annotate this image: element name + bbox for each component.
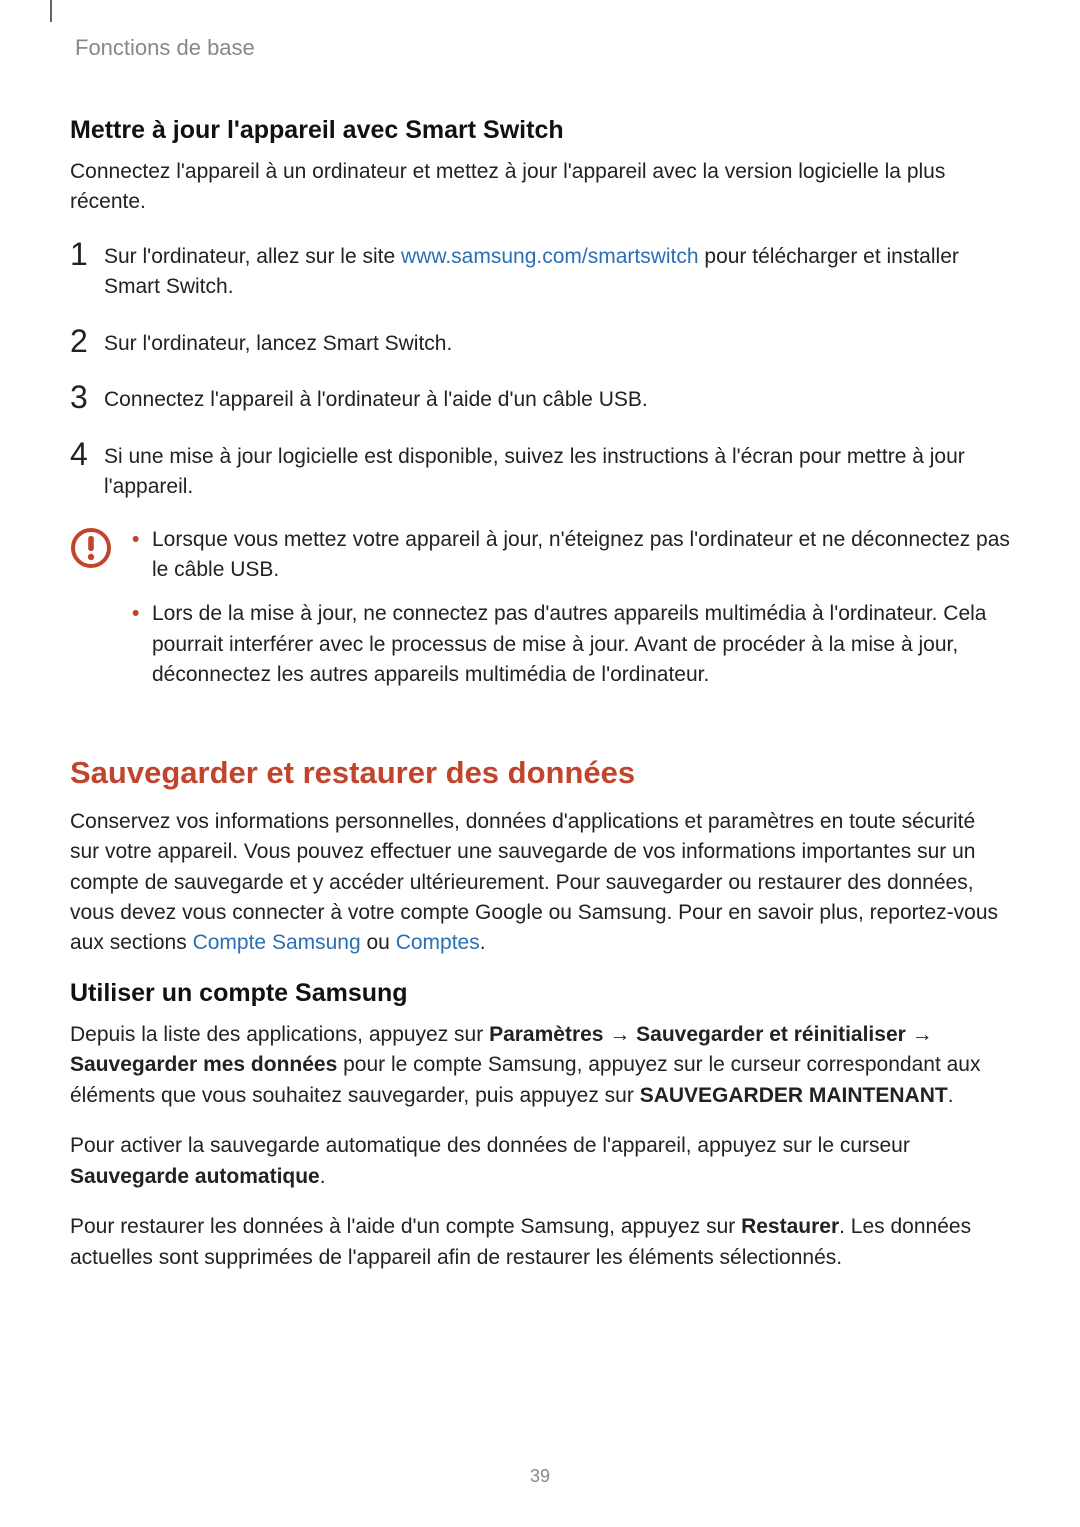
step-3: 3 Connectez l'appareil à l'ordinateur à … bbox=[70, 381, 1010, 415]
ui-label-sauvegarder-mes-donnees: Sauvegarder mes données bbox=[70, 1053, 337, 1076]
step-text: Connectez l'appareil à l'ordinateur à l'… bbox=[104, 381, 648, 415]
ui-label-sauvegarder-reinit: Sauvegarder et réinitialiser bbox=[636, 1023, 906, 1046]
step-2: 2 Sur l'ordinateur, lancez Smart Switch. bbox=[70, 325, 1010, 359]
warning-list: • Lorsque vous mettez votre appareil à j… bbox=[132, 525, 1010, 705]
bullet-icon: • bbox=[132, 525, 152, 586]
page: Fonctions de base Mettre à jour l'appare… bbox=[0, 0, 1080, 1527]
step-text: Sur l'ordinateur, lancez Smart Switch. bbox=[104, 325, 452, 359]
arrow-icon: → bbox=[604, 1023, 637, 1046]
section-backup-intro: Conservez vos informations personnelles,… bbox=[70, 807, 1010, 959]
breadcrumb: Fonctions de base bbox=[75, 35, 1010, 61]
smartswitch-link[interactable]: www.samsung.com/smartswitch bbox=[401, 245, 699, 268]
text-fragment: Sur l'ordinateur, allez sur le site bbox=[104, 245, 401, 268]
warning-text: Lors de la mise à jour, ne connectez pas… bbox=[152, 599, 1010, 690]
warning-text: Lorsque vous mettez votre appareil à jou… bbox=[152, 525, 1010, 586]
arrow-icon: → bbox=[906, 1023, 933, 1046]
ui-label-sauvegarder-maintenant: SAUVEGARDER MAINTENANT bbox=[640, 1084, 948, 1107]
text-fragment: . bbox=[320, 1165, 326, 1188]
section-smart-switch-title: Mettre à jour l'appareil avec Smart Swit… bbox=[70, 116, 1010, 145]
page-number: 39 bbox=[0, 1466, 1080, 1487]
ui-label-restaurer: Restaurer bbox=[741, 1215, 839, 1238]
section-backup-title: Sauvegarder et restaurer des données bbox=[70, 755, 1010, 791]
step-4: 4 Si une mise à jour logicielle est disp… bbox=[70, 438, 1010, 503]
step-number: 1 bbox=[70, 238, 104, 270]
ui-label-sauvegarde-auto: Sauvegarde automatique bbox=[70, 1165, 320, 1188]
text-fragment: ou bbox=[361, 931, 396, 954]
step-number: 4 bbox=[70, 438, 104, 470]
warning-icon bbox=[70, 527, 112, 569]
step-text: Sur l'ordinateur, allez sur le site www.… bbox=[104, 238, 1010, 303]
warning-item: • Lorsque vous mettez votre appareil à j… bbox=[132, 525, 1010, 586]
samsung-account-p1: Depuis la liste des applications, appuye… bbox=[70, 1020, 1010, 1111]
ui-label-parametres: Paramètres bbox=[489, 1023, 603, 1046]
warning-item: • Lors de la mise à jour, ne connectez p… bbox=[132, 599, 1010, 690]
samsung-account-p2: Pour activer la sauvegarde automatique d… bbox=[70, 1131, 1010, 1192]
text-fragment: Pour restaurer les données à l'aide d'un… bbox=[70, 1215, 741, 1238]
section-smart-switch-intro: Connectez l'appareil à un ordinateur et … bbox=[70, 157, 1010, 218]
samsung-account-p3: Pour restaurer les données à l'aide d'un… bbox=[70, 1212, 1010, 1273]
section-samsung-account-title: Utiliser un compte Samsung bbox=[70, 979, 1010, 1008]
step-number: 2 bbox=[70, 325, 104, 357]
warning-block: • Lorsque vous mettez votre appareil à j… bbox=[70, 525, 1010, 705]
step-number: 3 bbox=[70, 381, 104, 413]
text-fragment: . bbox=[480, 931, 486, 954]
text-fragment: Depuis la liste des applications, appuye… bbox=[70, 1023, 489, 1046]
text-fragment: . bbox=[948, 1084, 954, 1107]
compte-samsung-link[interactable]: Compte Samsung bbox=[193, 931, 361, 954]
comptes-link[interactable]: Comptes bbox=[396, 931, 480, 954]
step-text: Si une mise à jour logicielle est dispon… bbox=[104, 438, 1010, 503]
step-1: 1 Sur l'ordinateur, allez sur le site ww… bbox=[70, 238, 1010, 303]
top-rule-decoration bbox=[50, 0, 52, 22]
bullet-icon: • bbox=[132, 599, 152, 690]
text-fragment: Pour activer la sauvegarde automatique d… bbox=[70, 1134, 910, 1157]
